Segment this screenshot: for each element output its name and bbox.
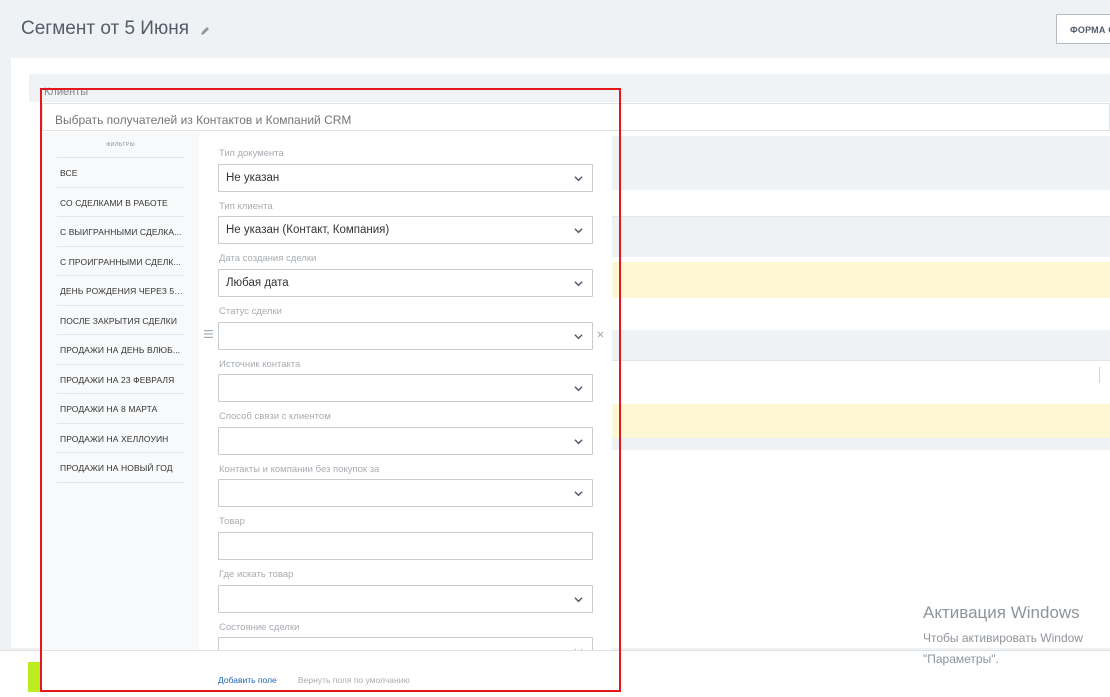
save-button[interactable] [28, 662, 40, 692]
field-label-deal-status: Статус сделки [219, 306, 282, 317]
pencil-icon[interactable] [199, 25, 211, 37]
field-label-client-type: Тип клиента [219, 201, 273, 212]
windows-activation-title: Активация Windows [923, 603, 1080, 622]
field-label-no-purchases-period: Контакты и компании без покупок за [219, 464, 380, 475]
filter-item-deals-in-progress[interactable]: СО СДЕЛКАМИ В РАБОТЕ [57, 188, 184, 217]
clients-label: Клиенты [44, 86, 89, 98]
filter-item-lost-deals[interactable]: С ПРОИГРАННЫМИ СДЕЛК... [57, 247, 184, 276]
select-value: Не указан [226, 172, 280, 184]
filter-item-all[interactable]: ВСЕ [57, 158, 184, 188]
form-button[interactable]: ФОРМА С [1056, 14, 1110, 44]
filter-list: ВСЕ СО СДЕЛКАМИ В РАБОТЕ С ВЫИГРАННЫМИ С… [57, 157, 184, 483]
product-input[interactable] [218, 532, 593, 560]
filters-title: ФИЛЬТРЫ [106, 142, 135, 148]
chevron-down-icon [574, 334, 583, 340]
contact-source-select[interactable] [218, 374, 593, 402]
filter-item-halloween-sales[interactable]: ПРОДАЖИ НА ХЕЛЛОУИН [57, 424, 184, 453]
field-label-communication-method: Способ связи с клиентом [219, 411, 331, 422]
deal-status-select[interactable] [218, 322, 593, 350]
field-label-deal-state: Состояние сделки [219, 622, 300, 633]
recipient-search-input[interactable] [42, 103, 1110, 131]
page-title: Сегмент от 5 Июня [21, 18, 189, 39]
field-label-document-type: Тип документа [219, 148, 284, 159]
document-type-select[interactable]: Не указан [218, 164, 593, 192]
windows-activation-text: Чтобы активировать Window "Параметры". [923, 628, 1083, 670]
chevron-down-icon [574, 176, 583, 182]
product-search-location-select[interactable] [218, 585, 593, 613]
filter-item-march-8-sales[interactable]: ПРОДАЖИ НА 8 МАРТА [57, 394, 184, 424]
no-purchases-period-select[interactable] [218, 479, 593, 507]
background-row-highlighted [612, 262, 1110, 298]
chevron-down-icon [574, 281, 583, 287]
background-row-highlighted [612, 404, 1110, 438]
background-divider [1099, 367, 1100, 383]
chevron-down-icon [574, 386, 583, 392]
filter-item-valentines-sales[interactable]: ПРОДАЖИ НА ДЕНЬ ВЛЮБ... [57, 335, 184, 365]
background-row [612, 330, 1110, 360]
close-icon[interactable] [597, 331, 604, 338]
client-type-select[interactable]: Не указан (Контакт, Компания) [218, 216, 593, 244]
chevron-down-icon [574, 597, 583, 603]
field-label-deal-created-date: Дата создания сделки [219, 253, 317, 264]
filter-item-feb-23-sales[interactable]: ПРОДАЖИ НА 23 ФЕВРАЛЯ [57, 365, 184, 394]
field-label-product: Товар [219, 516, 245, 527]
drag-handle-icon[interactable] [204, 330, 213, 338]
panel-header-band [29, 74, 1110, 102]
select-value: Любая дата [226, 277, 289, 289]
background-row [612, 136, 1110, 190]
select-value: Не указан (Контакт, Компания) [226, 224, 390, 236]
filter-item-won-deals[interactable]: С ВЫИГРАННЫМИ СДЕЛКА... [57, 217, 184, 247]
page-header: Сегмент от 5 Июня ФОРМА С [0, 0, 1110, 58]
field-label-contact-source: Источник контакта [219, 359, 301, 370]
windows-activation-line: Чтобы активировать Window [923, 631, 1083, 645]
chevron-down-icon [574, 491, 583, 497]
background-row [612, 217, 1110, 257]
field-label-product-search-location: Где искать товар [219, 569, 294, 580]
windows-activation-line: "Параметры". [923, 652, 999, 666]
filter-item-after-deal-closed[interactable]: ПОСЛЕ ЗАКРЫТИЯ СДЕЛКИ [57, 306, 184, 335]
filter-item-birthday[interactable]: ДЕНЬ РОЖДЕНИЯ ЧЕРЕЗ 5 ... [57, 276, 184, 306]
filter-item-new-year-sales[interactable]: ПРОДАЖИ НА НОВЫЙ ГОД [57, 453, 184, 483]
deal-created-date-select[interactable]: Любая дата [218, 269, 593, 297]
background-row [612, 438, 1110, 450]
chevron-down-icon [574, 228, 583, 234]
communication-method-select[interactable] [218, 427, 593, 455]
chevron-down-icon [574, 439, 583, 445]
add-field-link[interactable]: Добавить поле [218, 675, 277, 685]
background-divider [612, 360, 1110, 361]
reset-fields-link[interactable]: Вернуть поля по умолчанию [298, 675, 410, 685]
